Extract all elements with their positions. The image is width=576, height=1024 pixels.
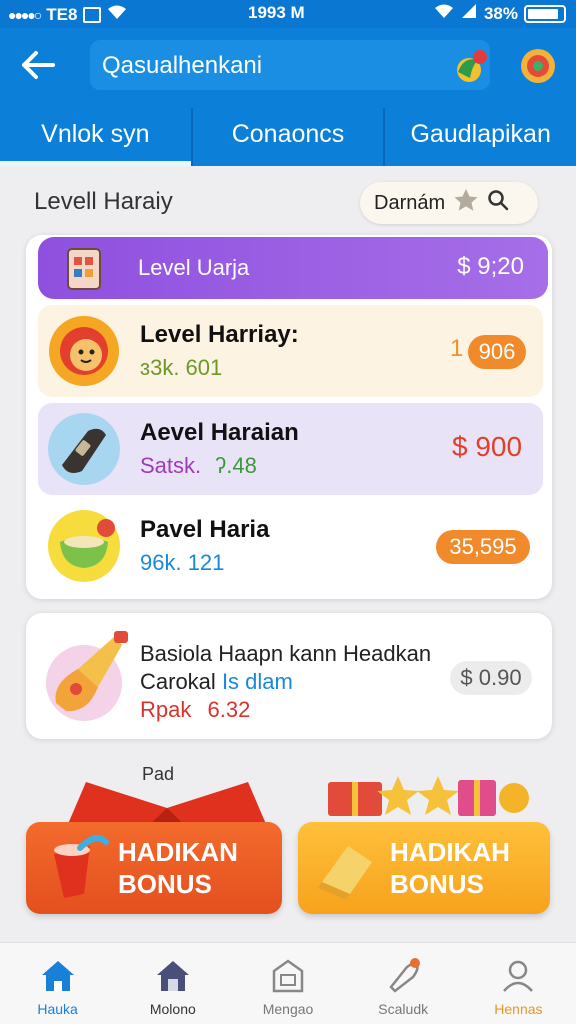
hadikah-bonus-button[interactable]: HADIKAH BONUS: [298, 822, 550, 914]
bonus-right-line2: BONUS: [390, 869, 484, 899]
sort-label: Darnám: [374, 191, 446, 214]
tab-conaoncs[interactable]: Conaoncs: [193, 108, 384, 166]
signal-icon: [460, 3, 478, 24]
item-sub-b: ʔ.48: [215, 453, 257, 478]
list-item[interactable]: Level Harriay: ɜ3k. 601 1 906: [38, 305, 543, 397]
tab-gaudlapikan[interactable]: Gaudlapikan: [385, 108, 576, 166]
search-field[interactable]: Qasualhenkani: [90, 40, 490, 90]
status-bar: ●●●●○ TE8 1993 M 38%: [0, 0, 576, 28]
bell-icon: [312, 832, 384, 904]
nav-label: Mengao: [262, 1001, 314, 1017]
item-name: Pavel Haria: [140, 516, 270, 543]
promo-title: Basiola Haapn kann Headkan: [140, 641, 432, 666]
item-sub: 96k. 121: [140, 550, 225, 575]
signal-dots-icon: ●●●●○: [8, 6, 42, 23]
tablet-icon: [66, 247, 102, 291]
promo-line2: Carokal Is dlam: [140, 669, 293, 695]
user-icon: [498, 957, 538, 995]
promo-price-pill: $ 0.90: [450, 661, 532, 695]
promo-card[interactable]: Basiola Haapn kann Headkan Carokal Is dl…: [26, 613, 552, 739]
battery-icon: [524, 4, 566, 23]
item-sub: ɜ3k. 601: [140, 355, 223, 380]
nav-label: Molono: [149, 1001, 196, 1017]
guitar-icon: [42, 627, 142, 727]
item-sub-a: Satsk.: [140, 453, 202, 478]
nav-label: Hauka: [37, 1001, 78, 1017]
item-value: $ 900: [452, 431, 523, 462]
wifi-icon: [434, 3, 454, 24]
monkey-avatar-icon: [48, 315, 120, 387]
nav-label: Scaludk: [378, 1001, 429, 1017]
carrier-label: TE8: [46, 4, 78, 24]
wifi-icon: [107, 4, 127, 25]
house-icon: [153, 957, 193, 995]
item-sub: Satsk. ʔ.48: [140, 453, 257, 479]
nav-item-hauka[interactable]: Hauka: [0, 943, 115, 1024]
badge-icon[interactable]: [518, 46, 558, 86]
item-name: Aevel Haraian: [140, 419, 299, 446]
promo-line3: Rpak 6.32: [140, 697, 250, 723]
item-value-pill: 906: [468, 335, 526, 369]
bonus-left-line2: BONUS: [118, 869, 212, 899]
gifts-stars-icon: [326, 770, 532, 820]
bottom-nav: Hauka Molono Mengao Scaludk Hennas: [0, 942, 576, 1024]
banner-value: $ 9;20: [457, 253, 524, 280]
back-arrow-icon[interactable]: [20, 50, 60, 82]
list-item[interactable]: Aevel Haraian Satsk. ʔ.48 $ 900: [38, 403, 543, 495]
notification-icon: [83, 6, 102, 23]
search-text: Qasualhenkani: [102, 52, 263, 79]
banner-label: Level Uarja: [138, 255, 250, 280]
cup-icon: [40, 832, 112, 904]
battery-percent: 38%: [483, 3, 518, 23]
search-icon[interactable]: [487, 189, 509, 217]
item-prefix: 1: [450, 335, 464, 362]
nav-label: Hennas: [494, 1001, 543, 1017]
joystick-avatar-icon: [48, 413, 120, 485]
home-icon: [38, 957, 78, 995]
clock: 1993 M: [248, 3, 305, 22]
bonus-left-line1: HADIKAN: [118, 837, 238, 867]
bonus-right-line1: HADIKAH: [390, 837, 510, 867]
promo-line3-b: 6.32: [207, 697, 251, 722]
item-name: Level Harriay:: [140, 321, 299, 348]
rocket-icon: [383, 957, 423, 995]
sort-filter-button[interactable]: Darnám: [360, 182, 538, 224]
promo-line3-a: Rpak: [140, 697, 192, 722]
app-header: Qasualhenkani Vnlok syn Conaoncs Gaudlap…: [0, 28, 576, 166]
nav-item-scaludk[interactable]: Scaludk: [346, 943, 461, 1024]
store-icon: [268, 957, 308, 995]
hadikan-bonus-button[interactable]: HADIKAN BONUS: [26, 822, 282, 914]
parrot-icon[interactable]: [452, 48, 490, 84]
nav-item-mengao[interactable]: Mengao: [230, 943, 345, 1024]
list-item[interactable]: Pavel Haria 96k. 121 35,595: [38, 500, 543, 592]
star-icon: [453, 188, 479, 218]
nav-item-molono[interactable]: Molono: [115, 943, 230, 1024]
tab-vnlok-syn[interactable]: Vnlok syn: [0, 108, 191, 166]
level-banner[interactable]: Level Uarja $ 9;20: [38, 237, 548, 299]
nav-item-hennas[interactable]: Hennas: [461, 943, 576, 1024]
section-title: Levell Haraiy: [34, 188, 173, 215]
promo-line2-b: Is dlam: [221, 669, 293, 694]
item-value-pill: 35,595: [436, 530, 530, 564]
bowl-avatar-icon: [48, 510, 120, 582]
tab-bar: Vnlok syn Conaoncs Gaudlapikan: [0, 108, 576, 166]
promo-line2-a: Carokal: [140, 669, 216, 694]
